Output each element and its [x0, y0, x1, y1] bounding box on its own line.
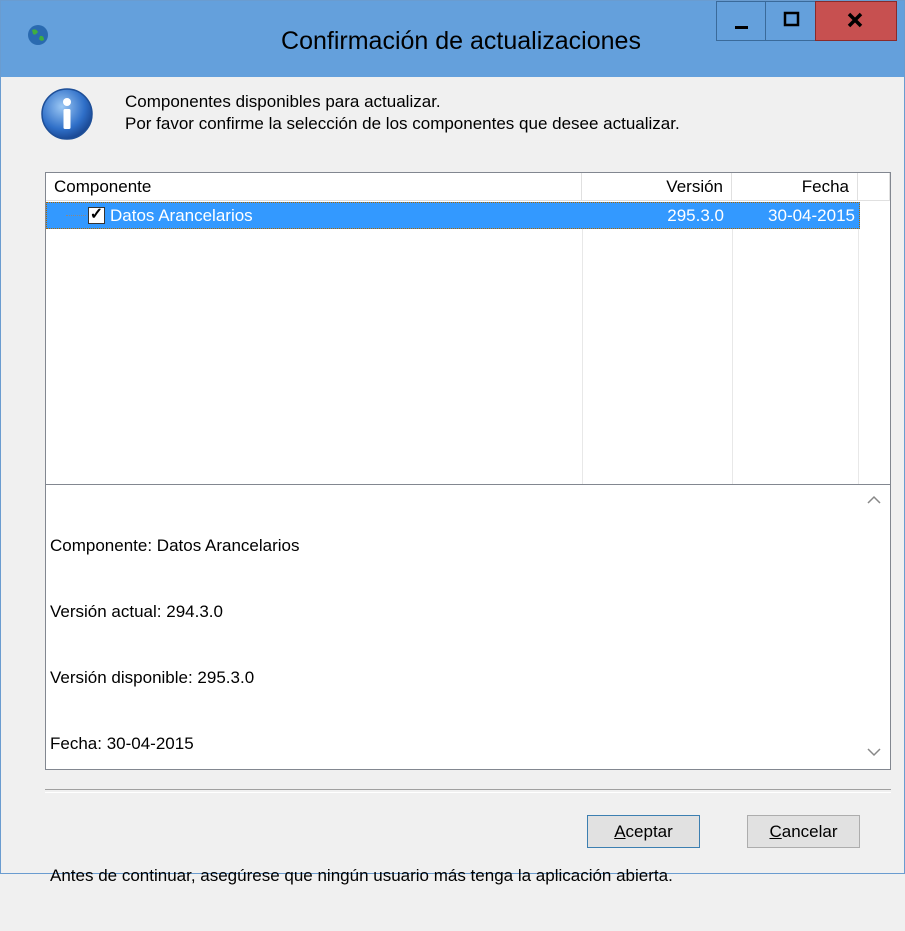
dialog-window: Confirmación de actualizaciones Componen…: [0, 0, 905, 885]
window-title: Confirmación de actualizaciones: [281, 27, 641, 55]
chevron-down-icon: [867, 748, 881, 757]
row-component: Datos Arancelarios: [110, 206, 253, 225]
tree-connector: [66, 215, 86, 216]
details-text: Componente: Datos Arancelarios Versión a…: [50, 491, 673, 931]
detail-line: Versión disponible: 295.3.0: [50, 668, 255, 687]
scroll-down-button[interactable]: [861, 741, 887, 767]
cancel-button[interactable]: Cancelar: [747, 815, 860, 848]
cancel-button-label: Cancelar: [769, 822, 838, 841]
globe-icon: [28, 25, 48, 45]
detail-line: Versión actual: 294.3.0: [50, 602, 223, 621]
scrollbar[interactable]: [858, 485, 890, 769]
table-row[interactable]: ✓ Datos Arancelarios 295.3.0 30-04-2015: [46, 202, 860, 229]
close-icon: [847, 12, 863, 28]
message-line-1: Componentes disponibles para actualizar.: [125, 92, 441, 111]
scroll-up-button[interactable]: [861, 487, 887, 513]
minimize-button[interactable]: [716, 1, 766, 41]
list-header: Componente Versión Fecha: [46, 173, 890, 202]
chevron-up-icon: [867, 495, 881, 504]
accept-button-label: Aceptar: [614, 822, 673, 841]
details-textbox[interactable]: Componente: Datos Arancelarios Versión a…: [45, 484, 891, 885]
separator: [45, 789, 891, 793]
row-version: 295.3.0: [667, 206, 724, 225]
info-message: Componentes disponibles para actualizar.…: [125, 91, 680, 135]
maximize-icon: [783, 11, 800, 27]
row-date: 30-04-2015: [768, 206, 855, 225]
component-checkbox[interactable]: ✓: [88, 207, 105, 224]
column-header-filler: [858, 173, 890, 201]
detail-warning: Antes de continuar, asegúrese que ningún…: [50, 866, 673, 885]
accept-button[interactable]: Aceptar: [587, 815, 700, 848]
detail-line: Fecha: 30-04-2015: [50, 734, 194, 753]
column-header-version[interactable]: Versión: [582, 173, 732, 201]
detail-line: Componente: Datos Arancelarios: [50, 536, 300, 555]
message-line-2: Por favor confirme la selección de los c…: [125, 114, 680, 133]
minimize-icon: [735, 26, 748, 29]
title-bar[interactable]: Confirmación de actualizaciones: [1, 1, 904, 77]
info-icon: [41, 88, 93, 140]
column-header-component[interactable]: Componente: [46, 173, 582, 201]
dialog-body: Componentes disponibles para actualizar.…: [10, 77, 895, 885]
column-header-date[interactable]: Fecha: [732, 173, 858, 201]
close-button[interactable]: [815, 1, 897, 41]
maximize-button[interactable]: [765, 1, 816, 41]
